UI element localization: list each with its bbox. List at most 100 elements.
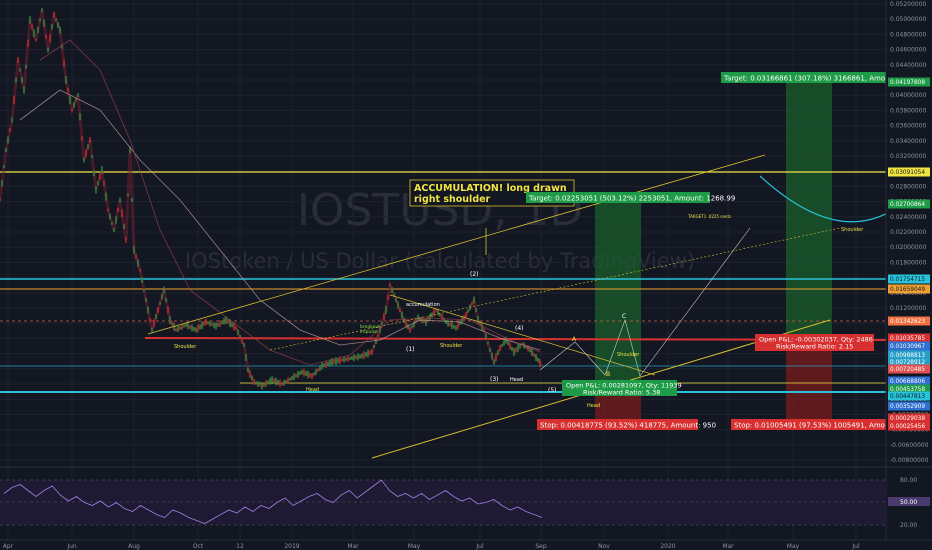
price-tick-label: 0.04800000 [890, 31, 926, 38]
candle [537, 357, 539, 363]
price-tag-label: 0.00720485 [890, 367, 925, 373]
candle [211, 322, 213, 326]
price-tick-label: 0.03400000 [890, 138, 926, 145]
candle [1, 180, 3, 187]
candle [95, 186, 97, 194]
candle [539, 359, 541, 367]
label-shoulder-mid: Shoulder [440, 343, 463, 349]
candle [227, 319, 229, 325]
candle [457, 321, 459, 330]
time-tick-label: Jul [475, 543, 484, 550]
price-tag-label: 0.04197808 [890, 80, 925, 86]
trading-chart[interactable]: IOSTUSD, 1D IOStoken / US Dollar (calcul… [0, 0, 932, 550]
candle [115, 216, 117, 224]
wave-1: (1) [406, 346, 415, 353]
candle [185, 323, 187, 327]
price-tag-label: 0.00025456 [890, 424, 925, 430]
candle [441, 314, 443, 321]
candle [535, 354, 537, 361]
candle [103, 180, 105, 186]
candle [291, 376, 293, 380]
candle [267, 380, 269, 385]
candle [471, 302, 473, 306]
candle [33, 29, 35, 38]
candle [517, 344, 519, 352]
candle [149, 318, 151, 322]
wave-B: B [606, 371, 610, 378]
candle [43, 19, 45, 27]
candle [281, 382, 283, 386]
candle [207, 321, 209, 325]
candle [301, 369, 303, 375]
candle [357, 353, 359, 361]
candle [27, 39, 29, 47]
candle [117, 208, 119, 212]
candle [401, 311, 403, 319]
candle [119, 197, 121, 203]
candle [35, 38, 37, 42]
candle [343, 356, 345, 363]
candle [113, 228, 115, 232]
candle [165, 298, 167, 302]
candle [159, 301, 161, 305]
candle [59, 26, 61, 34]
candle [55, 18, 57, 22]
candle [353, 354, 355, 362]
candle [351, 356, 353, 360]
candle [405, 319, 407, 328]
candle [459, 320, 461, 326]
candle [503, 339, 505, 346]
candle [433, 308, 435, 317]
candle [195, 327, 197, 333]
candle [247, 367, 249, 373]
rsi-tick-20: 20.00 [900, 522, 917, 529]
candle [361, 353, 363, 359]
label-head-small: Head [510, 377, 523, 383]
candle [213, 322, 215, 329]
candle [453, 324, 455, 329]
candle [533, 353, 535, 357]
candle [69, 96, 71, 104]
candle [321, 362, 323, 370]
candle [499, 345, 501, 351]
candle [423, 319, 425, 323]
candle [13, 96, 15, 104]
candle [507, 341, 509, 345]
candle [253, 379, 255, 385]
candle [413, 321, 415, 327]
price-tick-label: 0.02400000 [890, 214, 926, 221]
candle [257, 381, 259, 387]
candle [323, 363, 325, 368]
price-tick-label: 0.04400000 [890, 62, 926, 69]
time-tick-label: Jun [66, 543, 77, 550]
candle [411, 325, 413, 329]
candle [7, 136, 9, 144]
candle [363, 351, 365, 360]
candle [85, 149, 87, 158]
candle [67, 87, 69, 93]
candle [493, 359, 495, 365]
candle [25, 64, 27, 69]
time-tick-label: Oct [193, 543, 204, 550]
candle [79, 113, 81, 121]
time-tick-label: Mar [347, 543, 359, 550]
candle [491, 352, 493, 360]
candle [383, 313, 385, 321]
price-tag-label: 0.01754715 [890, 277, 925, 283]
candle [455, 325, 457, 331]
candle [203, 321, 205, 327]
candle [75, 98, 77, 102]
candle [261, 382, 263, 390]
candle [465, 312, 467, 318]
candle [259, 383, 261, 387]
candle [73, 102, 75, 108]
price-tick-label: 0.04600000 [890, 47, 926, 54]
candle [235, 326, 237, 330]
price-tag-label: 0.01659049 [890, 287, 925, 293]
position-trade2[interactable] [786, 72, 832, 425]
trade1-rr-label: Risk/Reward Ratio: 5.38 [583, 389, 660, 397]
wave-2: (2) [470, 271, 479, 278]
candle [325, 360, 327, 368]
candle [91, 155, 93, 159]
candle [145, 298, 147, 302]
